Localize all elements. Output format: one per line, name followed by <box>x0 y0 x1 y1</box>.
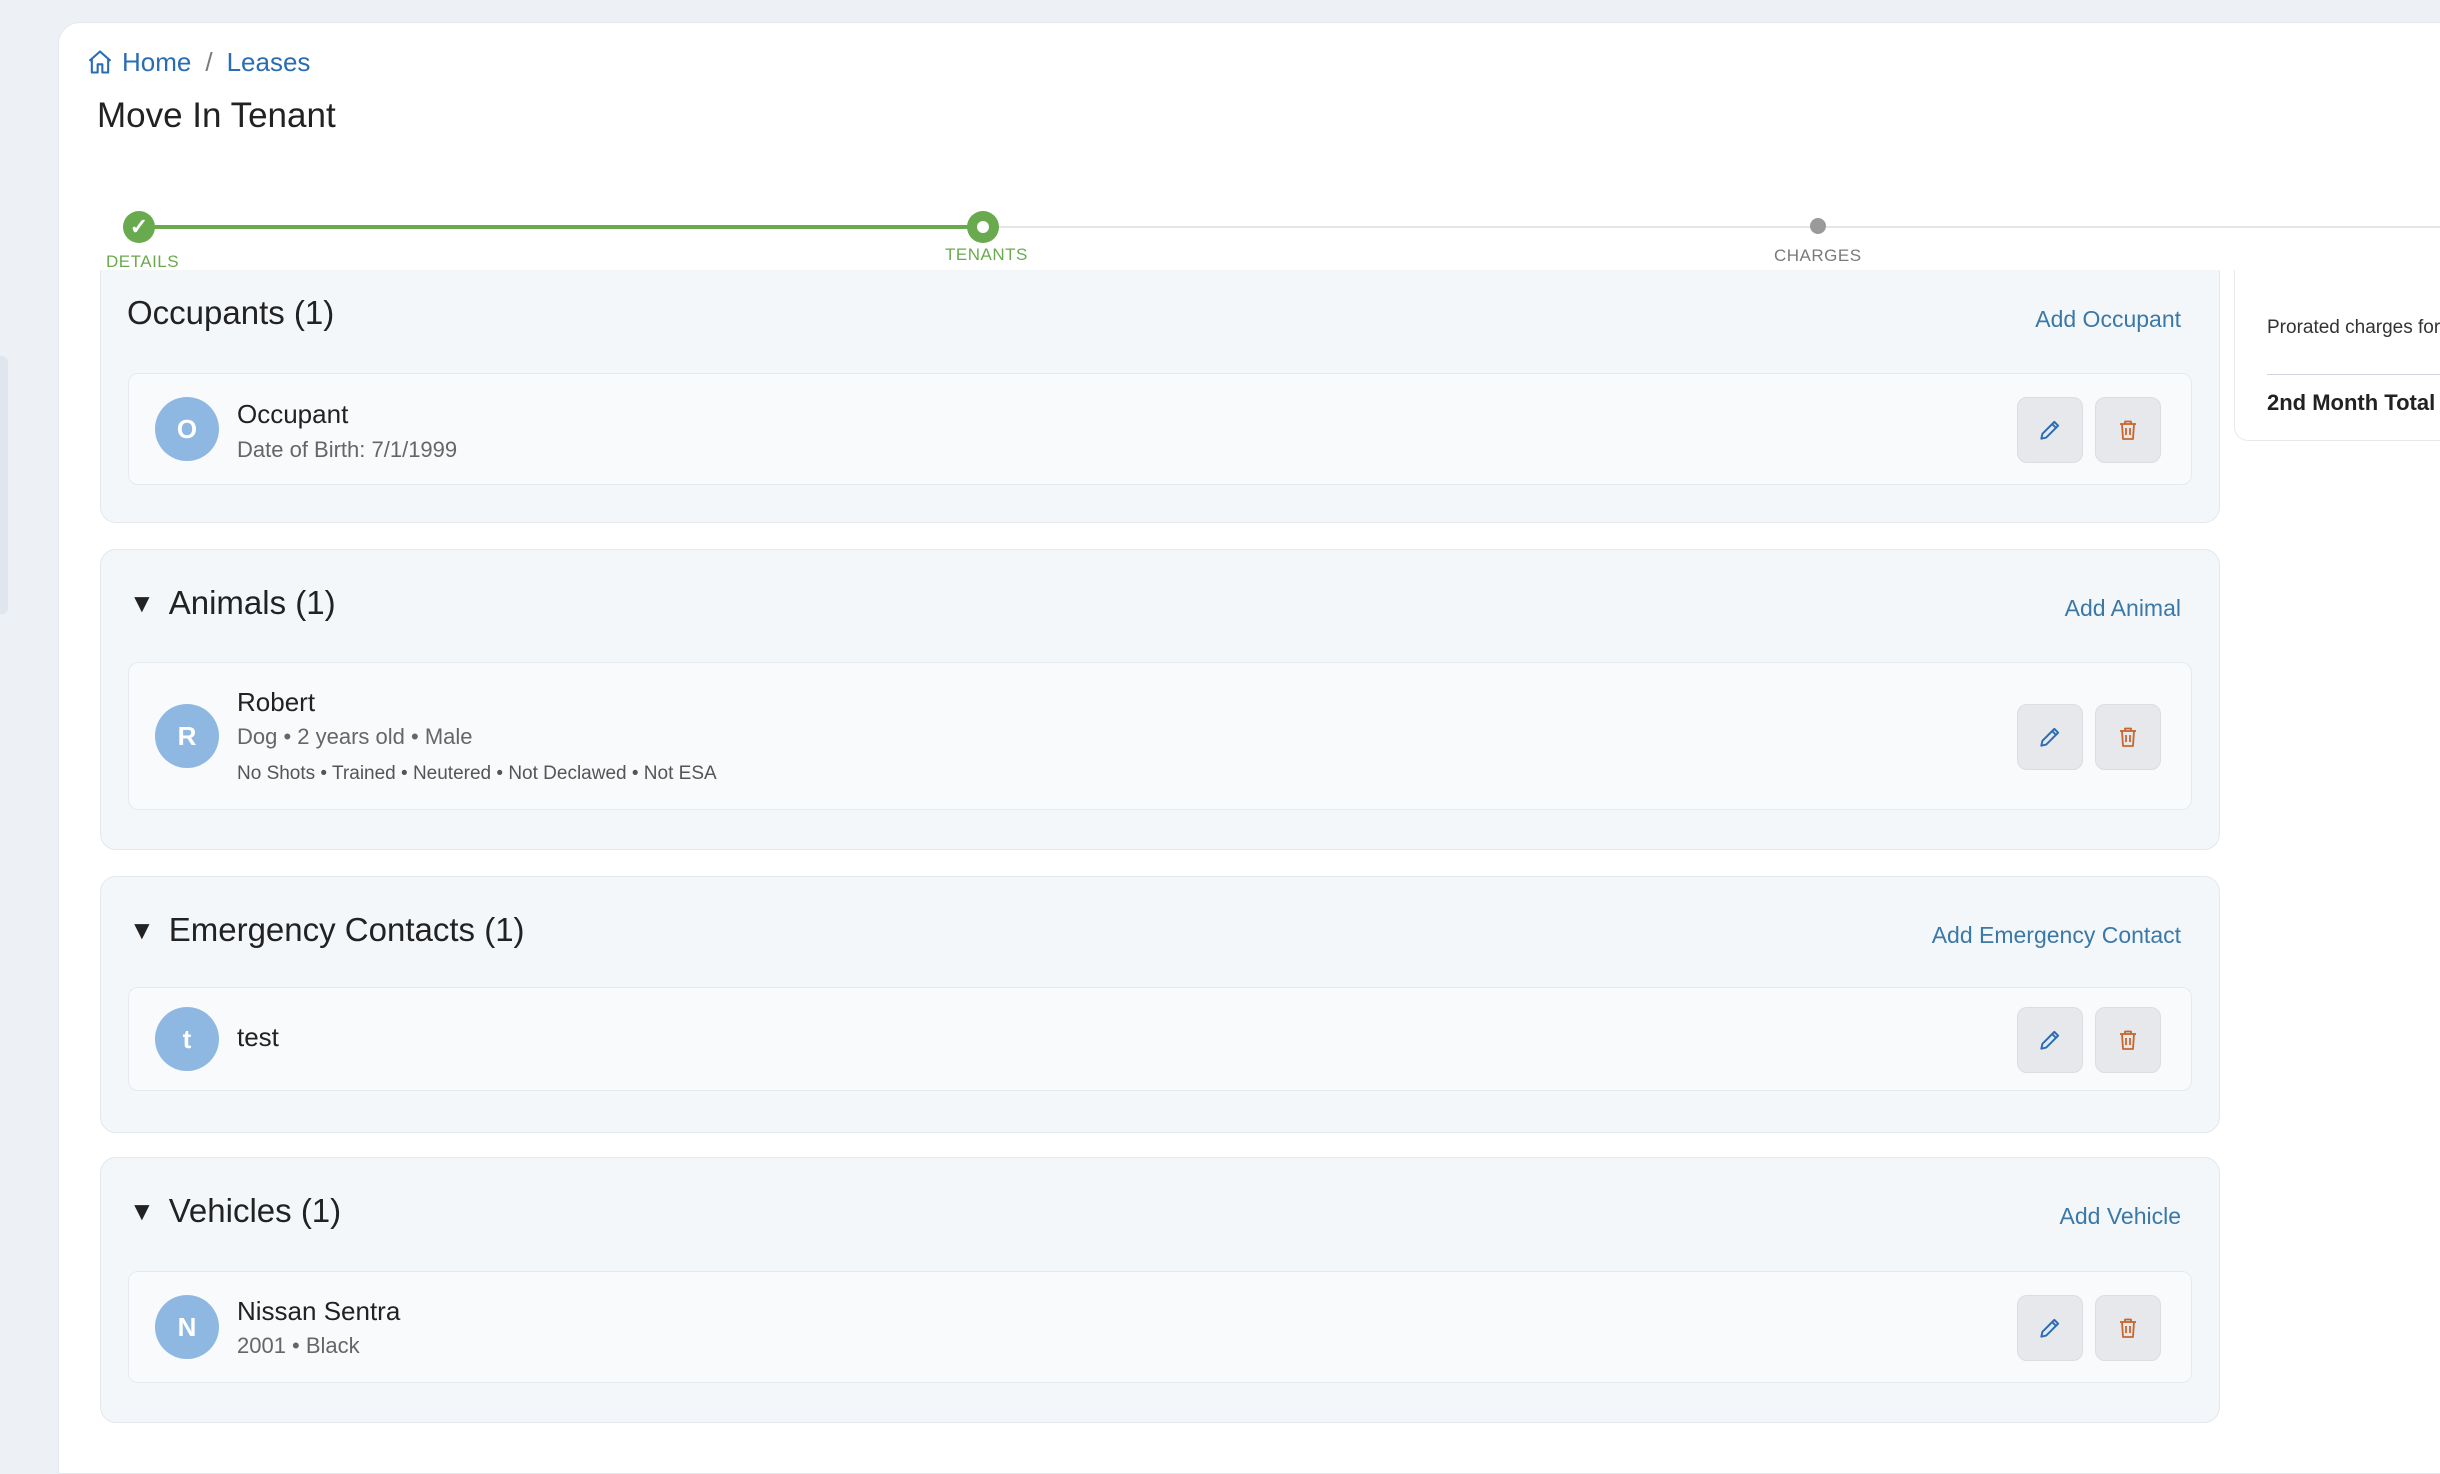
edit-button[interactable] <box>2017 704 2083 770</box>
animal-detail: Dog • 2 years old • Male <box>237 724 473 749</box>
pencil-icon <box>2040 1030 2060 1050</box>
second-month-total-label: 2nd Month Total <box>2267 390 2436 415</box>
list-item: t test <box>128 987 2192 1091</box>
list-item: N Nissan Sentra 2001 • Black <box>128 1271 2192 1383</box>
breadcrumb-leases-link[interactable]: Leases <box>227 47 311 78</box>
emergency-contacts-title-text: Emergency Contacts (1) <box>168 911 525 948</box>
trash-icon <box>2120 727 2136 747</box>
prorated-charges-label: Prorated charges for <box>2267 317 2440 338</box>
avatar: N <box>155 1295 219 1359</box>
collapse-triangle-icon[interactable]: ▼ <box>129 915 155 946</box>
charges-summary-panel: Prorated charges for 2nd Month Total <box>2234 270 2440 441</box>
step-tenants-label: TENANTS <box>945 245 1028 264</box>
vehicles-title[interactable]: ▼ Vehicles (1) <box>129 1192 341 1230</box>
list-item: O Occupant Date of Birth: 7/1/1999 <box>128 373 2192 485</box>
breadcrumb-home-link[interactable]: Home <box>122 47 191 78</box>
occupants-title-text: Occupants (1) <box>127 294 335 331</box>
trash-icon <box>2120 1030 2136 1050</box>
occupants-title: Occupants (1) <box>127 294 334 332</box>
pencil-icon <box>2040 420 2060 440</box>
home-icon[interactable] <box>86 48 114 76</box>
page-title: Move In Tenant <box>97 96 336 135</box>
step-tenants-dot[interactable] <box>967 211 999 243</box>
vehicles-title-text: Vehicles (1) <box>168 1192 342 1229</box>
avatar: R <box>155 704 219 768</box>
step-charges-label: CHARGES <box>1774 246 1862 265</box>
avatar: t <box>155 1007 219 1071</box>
trash-icon <box>2120 420 2136 440</box>
collapse-triangle-icon[interactable]: ▼ <box>129 1196 155 1227</box>
left-sidebar-edge <box>0 356 8 614</box>
occupant-name: Occupant <box>237 399 349 429</box>
occupant-dob: Date of Birth: 7/1/1999 <box>237 437 458 462</box>
add-emergency-contact-button[interactable]: Add Emergency Contact <box>1932 922 2181 949</box>
animals-title[interactable]: ▼ Animals (1) <box>129 584 336 622</box>
breadcrumb: Home / Leases <box>86 44 310 80</box>
breadcrumb-separator: / <box>205 46 213 77</box>
edit-button[interactable] <box>2017 1295 2083 1361</box>
list-item: R Robert Dog • 2 years old • Male No Sho… <box>128 662 2192 810</box>
add-animal-button[interactable]: Add Animal <box>2065 595 2181 622</box>
step-details-check-icon[interactable]: ✓ <box>123 211 155 243</box>
emergency-contacts-section: ▼ Emergency Contacts (1) Add Emergency C… <box>100 876 2220 1133</box>
vehicle-name: Nissan Sentra <box>237 1296 401 1326</box>
delete-button[interactable] <box>2095 397 2161 463</box>
animals-title-text: Animals (1) <box>168 584 336 621</box>
stepper-progress-pending <box>983 226 2440 228</box>
delete-button[interactable] <box>2095 1007 2161 1073</box>
edit-button[interactable] <box>2017 1007 2083 1073</box>
edit-button[interactable] <box>2017 397 2083 463</box>
step-details-label: DETAILS <box>106 252 180 271</box>
occupants-section: Occupants (1) Add Occupant O Occupant Da… <box>100 270 2220 523</box>
emergency-contacts-title[interactable]: ▼ Emergency Contacts (1) <box>129 911 525 949</box>
vehicle-detail: 2001 • Black <box>237 1333 360 1358</box>
add-occupant-button[interactable]: Add Occupant <box>2035 306 2181 333</box>
summary-divider <box>2267 374 2440 375</box>
animal-name: Robert <box>237 687 316 717</box>
add-vehicle-button[interactable]: Add Vehicle <box>2060 1203 2181 1230</box>
pencil-icon <box>2040 727 2060 747</box>
step-charges-dot[interactable] <box>1810 218 1826 234</box>
animal-attributes: No Shots • Trained • Neutered • Not Decl… <box>237 763 717 784</box>
vehicles-section: ▼ Vehicles (1) Add Vehicle N Nissan Sent… <box>100 1157 2220 1423</box>
trash-icon <box>2120 1318 2136 1338</box>
animals-section: ▼ Animals (1) Add Animal R Robert Dog • … <box>100 549 2220 850</box>
avatar: O <box>155 397 219 461</box>
stepper-progress-complete <box>139 225 983 229</box>
pencil-icon <box>2040 1318 2060 1338</box>
collapse-triangle-icon[interactable]: ▼ <box>129 588 155 619</box>
delete-button[interactable] <box>2095 704 2161 770</box>
delete-button[interactable] <box>2095 1295 2161 1361</box>
emergency-contact-name: test <box>237 1022 279 1052</box>
